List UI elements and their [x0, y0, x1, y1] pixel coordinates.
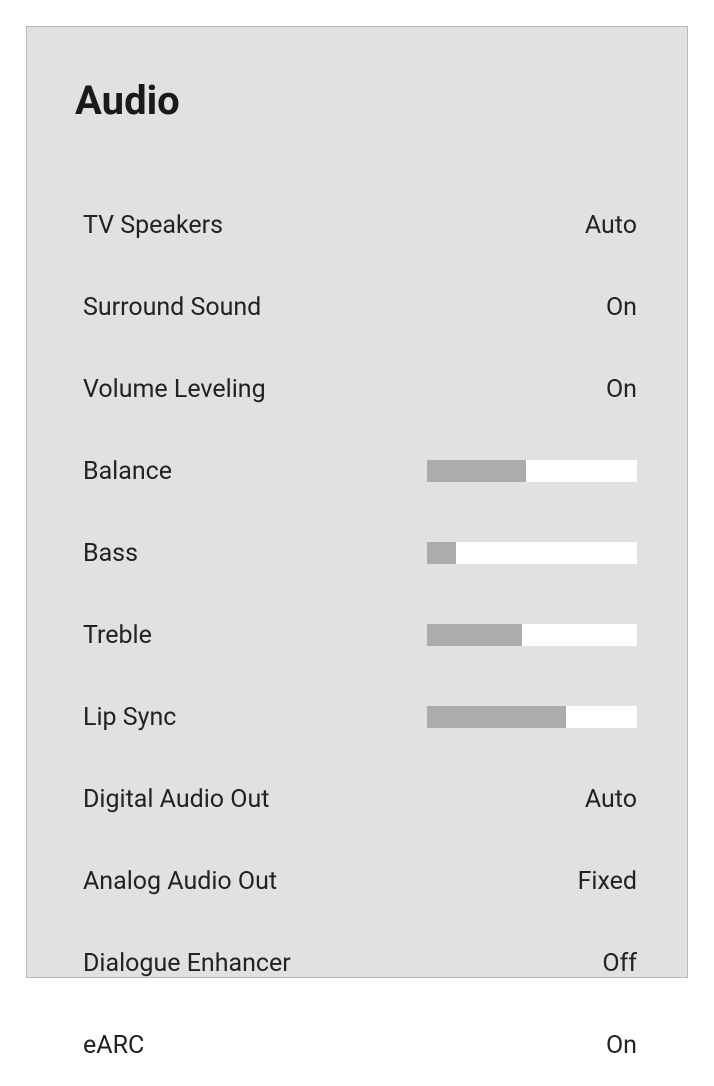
setting-label: Volume Leveling — [83, 375, 266, 404]
slider-fill — [427, 460, 526, 482]
setting-label: Treble — [83, 621, 152, 650]
setting-analog-audio-out[interactable]: Analog Audio Out Fixed — [83, 840, 637, 922]
setting-value: On — [606, 1031, 637, 1060]
setting-tv-speakers[interactable]: TV Speakers Auto — [83, 184, 637, 266]
setting-dialogue-enhancer[interactable]: Dialogue Enhancer Off — [83, 922, 637, 1004]
slider-fill — [427, 706, 566, 728]
setting-label: TV Speakers — [83, 211, 223, 240]
setting-balance[interactable]: Balance — [83, 430, 637, 512]
treble-slider[interactable] — [427, 624, 637, 646]
setting-value: Fixed — [578, 867, 637, 896]
settings-list: TV Speakers Auto Surround Sound On Volum… — [69, 184, 645, 1086]
slider-fill — [427, 542, 456, 564]
setting-value: Auto — [585, 785, 637, 814]
setting-value: Off — [602, 949, 637, 978]
slider-fill — [427, 624, 522, 646]
setting-earc[interactable]: eARC On — [83, 1004, 637, 1086]
setting-label: Surround Sound — [83, 293, 261, 322]
setting-treble[interactable]: Treble — [83, 594, 637, 676]
setting-label: Dialogue Enhancer — [83, 949, 291, 978]
setting-lip-sync[interactable]: Lip Sync — [83, 676, 637, 758]
setting-value: On — [606, 293, 637, 322]
setting-value: Auto — [585, 211, 637, 240]
setting-label: Lip Sync — [83, 703, 176, 732]
setting-label: Balance — [83, 457, 172, 486]
balance-slider[interactable] — [427, 460, 637, 482]
setting-value: On — [606, 375, 637, 404]
setting-volume-leveling[interactable]: Volume Leveling On — [83, 348, 637, 430]
setting-label: eARC — [83, 1031, 144, 1060]
setting-label: Bass — [83, 539, 138, 568]
setting-bass[interactable]: Bass — [83, 512, 637, 594]
lip-sync-slider[interactable] — [427, 706, 637, 728]
bass-slider[interactable] — [427, 542, 637, 564]
setting-label: Digital Audio Out — [83, 785, 269, 814]
setting-digital-audio-out[interactable]: Digital Audio Out Auto — [83, 758, 637, 840]
setting-surround-sound[interactable]: Surround Sound On — [83, 266, 637, 348]
page-title: Audio — [69, 77, 645, 124]
audio-settings-panel: Audio TV Speakers Auto Surround Sound On… — [26, 26, 688, 978]
setting-label: Analog Audio Out — [83, 867, 277, 896]
